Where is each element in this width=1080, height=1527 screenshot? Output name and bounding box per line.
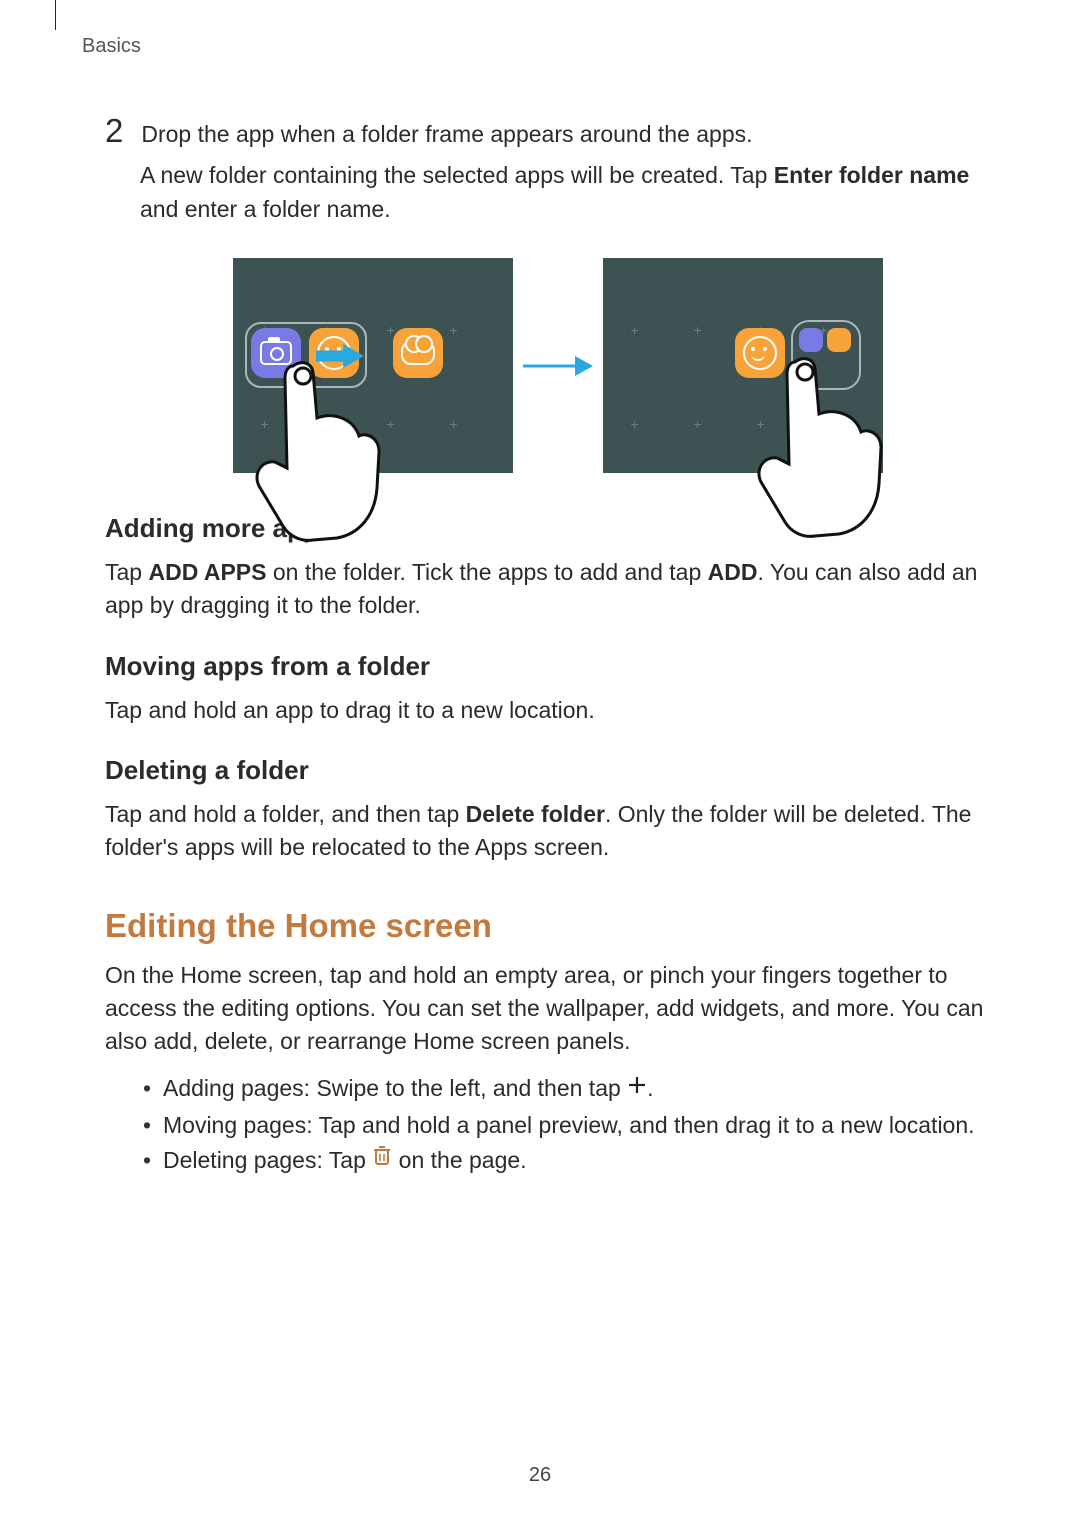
step-line-2: A new folder containing the selected app…	[140, 159, 1010, 226]
text: Tap and hold a folder, and then tap	[105, 801, 466, 827]
paragraph: Tap ADD APPS on the folder. Tick the app…	[105, 556, 1010, 623]
arrow-icon	[513, 258, 603, 473]
page-root: Basics 2 Drop the app when a folder fram…	[0, 0, 1080, 1527]
text: and enter a folder name.	[140, 196, 391, 222]
text: .	[647, 1075, 653, 1101]
list-item: Adding pages: Swipe to the left, and the…	[133, 1071, 1010, 1108]
step-line-1: Drop the app when a folder frame appears…	[141, 118, 752, 151]
header-divider	[47, 0, 56, 30]
step-row: 2 Drop the app when a folder frame appea…	[105, 118, 1010, 151]
bullet-list: Adding pages: Swipe to the left, and the…	[133, 1071, 1010, 1180]
app-icon-cloud	[393, 328, 443, 378]
breadcrumb: Basics	[82, 35, 1010, 58]
figure-left-wrap: + + + + + + +	[233, 258, 513, 473]
app-icon-cloud-small	[827, 328, 851, 352]
grid-marker: +	[450, 322, 458, 338]
step-number: 2	[105, 114, 123, 147]
hand-pointer-icon	[755, 354, 895, 554]
grid-marker: +	[450, 416, 458, 432]
grid-marker: +	[631, 416, 639, 432]
hand-pointer-icon	[253, 358, 393, 558]
paragraph: Tap and hold a folder, and then tap Dele…	[105, 798, 1010, 865]
grid-marker: +	[694, 322, 702, 338]
page-number: 26	[0, 1464, 1080, 1487]
text: Deleting pages: Tap	[163, 1147, 372, 1173]
text: A new folder containing the selected app…	[140, 162, 774, 188]
cloud-glyph-icon	[401, 341, 435, 365]
list-item: Moving pages: Tap and hold a panel previ…	[133, 1108, 1010, 1144]
grid-marker: +	[694, 416, 702, 432]
text: on the folder. Tick the apps to add and …	[266, 559, 707, 585]
plus-icon	[627, 1070, 647, 1106]
figure-right-wrap: + + + + + + +	[603, 258, 883, 473]
text: on the page.	[392, 1147, 526, 1173]
paragraph: On the Home screen, tap and hold an empt…	[105, 959, 1010, 1059]
trash-icon	[372, 1142, 392, 1178]
heading-moving-apps: Moving apps from a folder	[105, 651, 1010, 682]
content-block: 2 Drop the app when a folder frame appea…	[105, 118, 1010, 1180]
grid-marker: +	[631, 322, 639, 338]
bold-add: ADD	[708, 559, 758, 585]
heading-editing-home-screen: Editing the Home screen	[105, 907, 1010, 945]
heading-deleting-folder: Deleting a folder	[105, 755, 1010, 786]
app-icon-camera-small	[799, 328, 823, 352]
text: Moving pages: Tap and hold a panel previ…	[163, 1112, 975, 1138]
bold-enter-folder-name: Enter folder name	[774, 162, 970, 188]
bold-add-apps: ADD APPS	[148, 559, 266, 585]
text: Tap	[105, 559, 148, 585]
paragraph: Tap and hold an app to drag it to a new …	[105, 694, 1010, 727]
bold-delete-folder: Delete folder	[466, 801, 605, 827]
list-item: Deleting pages: Tap on the page.	[133, 1143, 1010, 1180]
text: Adding pages: Swipe to the left, and the…	[163, 1075, 627, 1101]
figure: + + + + + + +	[105, 258, 1010, 473]
